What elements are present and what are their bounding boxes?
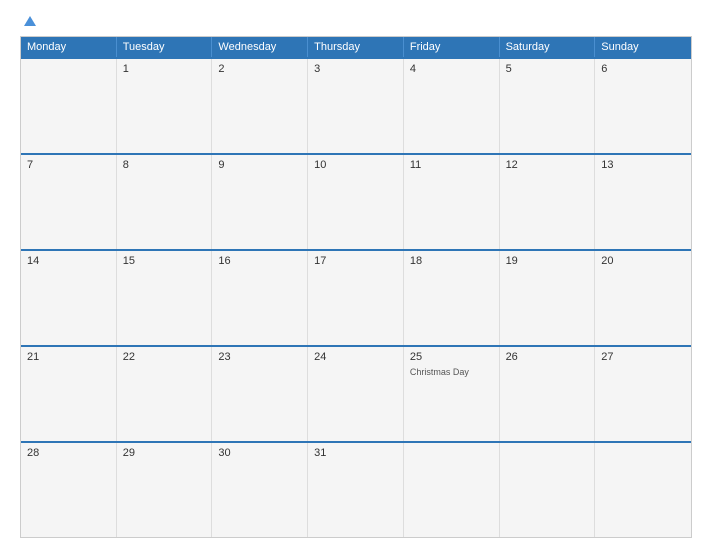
day-number: 20 — [601, 255, 685, 267]
day-number: 21 — [27, 351, 110, 363]
day-number: 31 — [314, 447, 397, 459]
cal-cell: 19 — [500, 251, 596, 345]
cal-header-wednesday: Wednesday — [212, 37, 308, 57]
calendar-week-4: 21 22 23 24 25 Christmas Day 26 27 — [21, 345, 691, 441]
cal-header-thursday: Thursday — [308, 37, 404, 57]
cal-cell — [404, 443, 500, 537]
day-number: 12 — [506, 159, 589, 171]
day-number: 6 — [601, 63, 685, 75]
cal-header-friday: Friday — [404, 37, 500, 57]
day-number: 16 — [218, 255, 301, 267]
cal-cell: 24 — [308, 347, 404, 441]
day-number: 29 — [123, 447, 206, 459]
cal-cell: 16 — [212, 251, 308, 345]
day-number: 28 — [27, 447, 110, 459]
cal-cell: 18 — [404, 251, 500, 345]
calendar-body: 1234567891011121314151617181920212223242… — [21, 57, 691, 537]
cal-cell: 1 — [117, 59, 213, 153]
cal-cell: 20 — [595, 251, 691, 345]
logo-triangle-icon — [24, 16, 36, 26]
cal-cell: 9 — [212, 155, 308, 249]
day-number: 15 — [123, 255, 206, 267]
cal-header-sunday: Sunday — [595, 37, 691, 57]
day-number: 5 — [506, 63, 589, 75]
cal-cell: 23 — [212, 347, 308, 441]
cal-cell: 15 — [117, 251, 213, 345]
cal-cell — [21, 59, 117, 153]
day-event: Christmas Day — [410, 367, 493, 377]
day-number: 14 — [27, 255, 110, 267]
cal-cell — [595, 443, 691, 537]
day-number: 30 — [218, 447, 301, 459]
day-number: 18 — [410, 255, 493, 267]
cal-cell: 27 — [595, 347, 691, 441]
logo — [20, 16, 36, 26]
day-number: 24 — [314, 351, 397, 363]
day-number: 26 — [506, 351, 589, 363]
cal-cell: 29 — [117, 443, 213, 537]
day-number: 17 — [314, 255, 397, 267]
cal-cell: 4 — [404, 59, 500, 153]
calendar-grid: MondayTuesdayWednesdayThursdayFridaySatu… — [20, 36, 692, 538]
day-number: 11 — [410, 159, 493, 171]
day-number: 23 — [218, 351, 301, 363]
logo-blue-text — [20, 16, 36, 26]
day-number: 2 — [218, 63, 301, 75]
calendar-header-row: MondayTuesdayWednesdayThursdayFridaySatu… — [21, 37, 691, 57]
calendar-week-1: 123456 — [21, 57, 691, 153]
cal-cell: 3 — [308, 59, 404, 153]
day-number: 19 — [506, 255, 589, 267]
day-number: 8 — [123, 159, 206, 171]
calendar-week-2: 7 89 10 11 12 13 — [21, 153, 691, 249]
day-number: 13 — [601, 159, 685, 171]
cal-cell: 11 — [404, 155, 500, 249]
cal-cell: 28 — [21, 443, 117, 537]
cal-cell: 7 — [21, 155, 117, 249]
cal-header-saturday: Saturday — [500, 37, 596, 57]
calendar-page: MondayTuesdayWednesdayThursdayFridaySatu… — [0, 0, 712, 550]
day-number: 3 — [314, 63, 397, 75]
cal-cell — [500, 443, 596, 537]
cal-cell: 22 — [117, 347, 213, 441]
day-number: 27 — [601, 351, 685, 363]
cal-cell: 5 — [500, 59, 596, 153]
cal-cell: 10 — [308, 155, 404, 249]
cal-header-monday: Monday — [21, 37, 117, 57]
day-number: 25 — [410, 351, 493, 363]
cal-cell: 13 — [595, 155, 691, 249]
calendar-week-5: 28 29 30 31 — [21, 441, 691, 537]
cal-cell: 31 — [308, 443, 404, 537]
cal-cell: 14 — [21, 251, 117, 345]
cal-cell: 26 — [500, 347, 596, 441]
cal-header-tuesday: Tuesday — [117, 37, 213, 57]
calendar-week-3: 14 15 16 17 18 19 20 — [21, 249, 691, 345]
cal-cell: 8 — [117, 155, 213, 249]
day-number: 9 — [218, 159, 301, 171]
cal-cell: 6 — [595, 59, 691, 153]
day-number: 4 — [410, 63, 493, 75]
cal-cell: 30 — [212, 443, 308, 537]
day-number: 22 — [123, 351, 206, 363]
cal-cell: 21 — [21, 347, 117, 441]
day-number: 10 — [314, 159, 397, 171]
cal-cell: 17 — [308, 251, 404, 345]
cal-cell: 25 Christmas Day — [404, 347, 500, 441]
day-number: 1 — [123, 63, 206, 75]
cal-cell: 12 — [500, 155, 596, 249]
cal-cell: 2 — [212, 59, 308, 153]
day-number: 7 — [27, 159, 110, 171]
header — [20, 16, 692, 26]
